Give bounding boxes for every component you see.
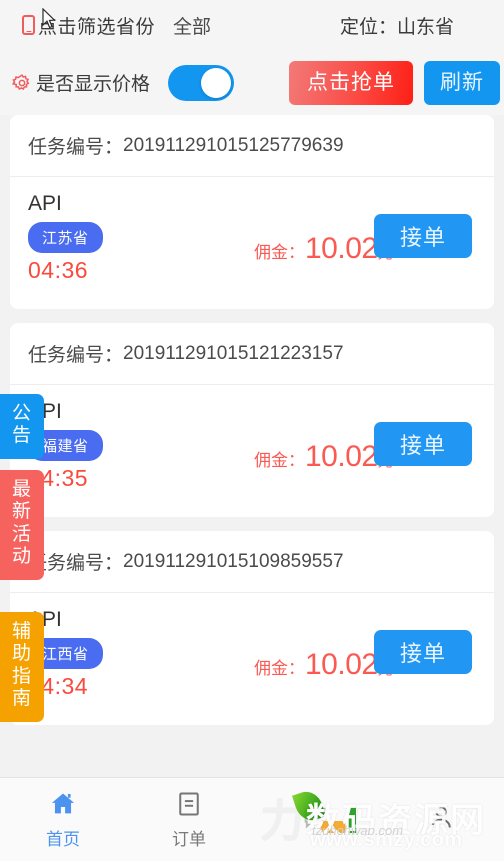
gear-icon (12, 73, 32, 93)
bottom-nav: 首页 订单 (0, 777, 504, 861)
price-toggle-switch[interactable] (168, 64, 235, 101)
task-card-body: API 江西省 04:34 佣金：10.02元 接单 (10, 593, 494, 725)
commission-label: 佣金： (254, 451, 305, 470)
task-no-value: 201911291015109859557 (123, 550, 344, 572)
side-tab-notice-char-0: 公 (11, 403, 32, 424)
location-text: 定位：山东省 (339, 16, 454, 38)
side-tab-guide[interactable]: 辅 助 指 南 (0, 612, 44, 722)
price-toggle-label: 是否显示价格 (36, 74, 151, 95)
accept-order-button[interactable]: 接单 (374, 422, 472, 466)
commission-value: 10.02 (305, 648, 378, 681)
nav-item-message[interactable] (252, 778, 378, 861)
side-tab-activity[interactable]: 最 新 活 动 (0, 470, 44, 580)
task-no-value: 201911291015125779639 (123, 134, 344, 156)
task-card-header: 任务编号： 201911291015121223157 (10, 323, 494, 385)
task-card-header: 任务编号： 201911291015125779639 (10, 115, 494, 177)
province-filter[interactable]: 点击筛选省份 全部 (22, 12, 211, 39)
header-action-row: 是否显示价格 点击抢单 刷新 (0, 50, 504, 115)
accept-order-button[interactable]: 接单 (374, 630, 472, 674)
chat-icon (301, 802, 329, 832)
commission-label: 佣金： (254, 659, 305, 678)
refresh-button[interactable]: 刷新 (424, 60, 500, 105)
app-root: 点击筛选省份 全部 定位：山东省 是否显示价格 点击抢单 刷新 任务编号： 20… (0, 0, 504, 861)
task-card-header: 任务编号： 201911291015109859557 (10, 531, 494, 593)
commission-amount: 佣金：10.02元 (254, 440, 393, 474)
nav-item-home[interactable]: 首页 (0, 778, 126, 861)
nav-label-orders: 订单 (172, 830, 206, 849)
side-tab-guide-char-3: 南 (11, 688, 32, 710)
side-tab-notice-char-1: 告 (11, 425, 32, 447)
commission-label: 佣金： (254, 243, 305, 262)
toggle-knob (201, 67, 232, 98)
task-no-label: 任务编号： (28, 345, 124, 366)
home-icon (48, 789, 78, 819)
province-filter-label: 点击筛选省份 (38, 16, 156, 38)
person-icon (427, 802, 455, 832)
side-tab-activity-char-3: 动 (11, 546, 32, 568)
task-no-value: 201911291015121223157 (123, 342, 344, 364)
side-tab-notice[interactable]: 公 告 (0, 394, 44, 459)
commission-amount: 佣金：10.02元 (254, 648, 393, 682)
nav-item-profile[interactable] (378, 778, 504, 861)
task-card-body: API 江苏省 04:36 佣金：10.02元 接单 (10, 177, 494, 309)
side-tab-activity-char-0: 最 (11, 479, 32, 500)
grab-order-button[interactable]: 点击抢单 (289, 60, 413, 105)
mobile-icon (22, 15, 35, 35)
header: 点击筛选省份 全部 定位：山东省 是否显示价格 点击抢单 刷新 (0, 0, 504, 115)
side-tab-guide-char-1: 助 (11, 643, 32, 665)
nav-label-home: 首页 (46, 830, 80, 849)
side-tab-activity-char-1: 新 (11, 501, 32, 523)
commission-amount: 佣金：10.02元 (254, 232, 393, 266)
header-buttons: 点击抢单 刷新 (289, 60, 500, 105)
side-tab-guide-char-0: 辅 (11, 621, 32, 642)
task-no-label: 任务编号： (28, 137, 124, 158)
side-tab-guide-char-2: 指 (11, 665, 32, 687)
province-badge: 江苏省 (28, 222, 103, 254)
task-card-body: API 福建省 04:35 佣金：10.02元 接单 (10, 385, 494, 517)
task-card[interactable]: 任务编号： 201911291015125779639 API 江苏省 04:36… (10, 115, 494, 309)
province-filter-value: 全部 (173, 16, 212, 38)
task-card[interactable]: 任务编号： 201911291015109859557 API 江西省 04:34… (10, 531, 494, 725)
task-list: 任务编号： 201911291015125779639 API 江苏省 04:36… (0, 115, 504, 725)
task-card[interactable]: 任务编号： 201911291015121223157 API 福建省 04:35… (10, 323, 494, 517)
side-tab-activity-char-2: 活 (11, 523, 32, 545)
commission-value: 10.02 (305, 232, 378, 265)
document-icon (175, 789, 203, 819)
commission-value: 10.02 (305, 440, 378, 473)
accept-order-button[interactable]: 接单 (374, 214, 472, 258)
nav-item-orders[interactable]: 订单 (126, 778, 252, 861)
header-filter-row: 点击筛选省份 全部 定位：山东省 (0, 0, 504, 50)
